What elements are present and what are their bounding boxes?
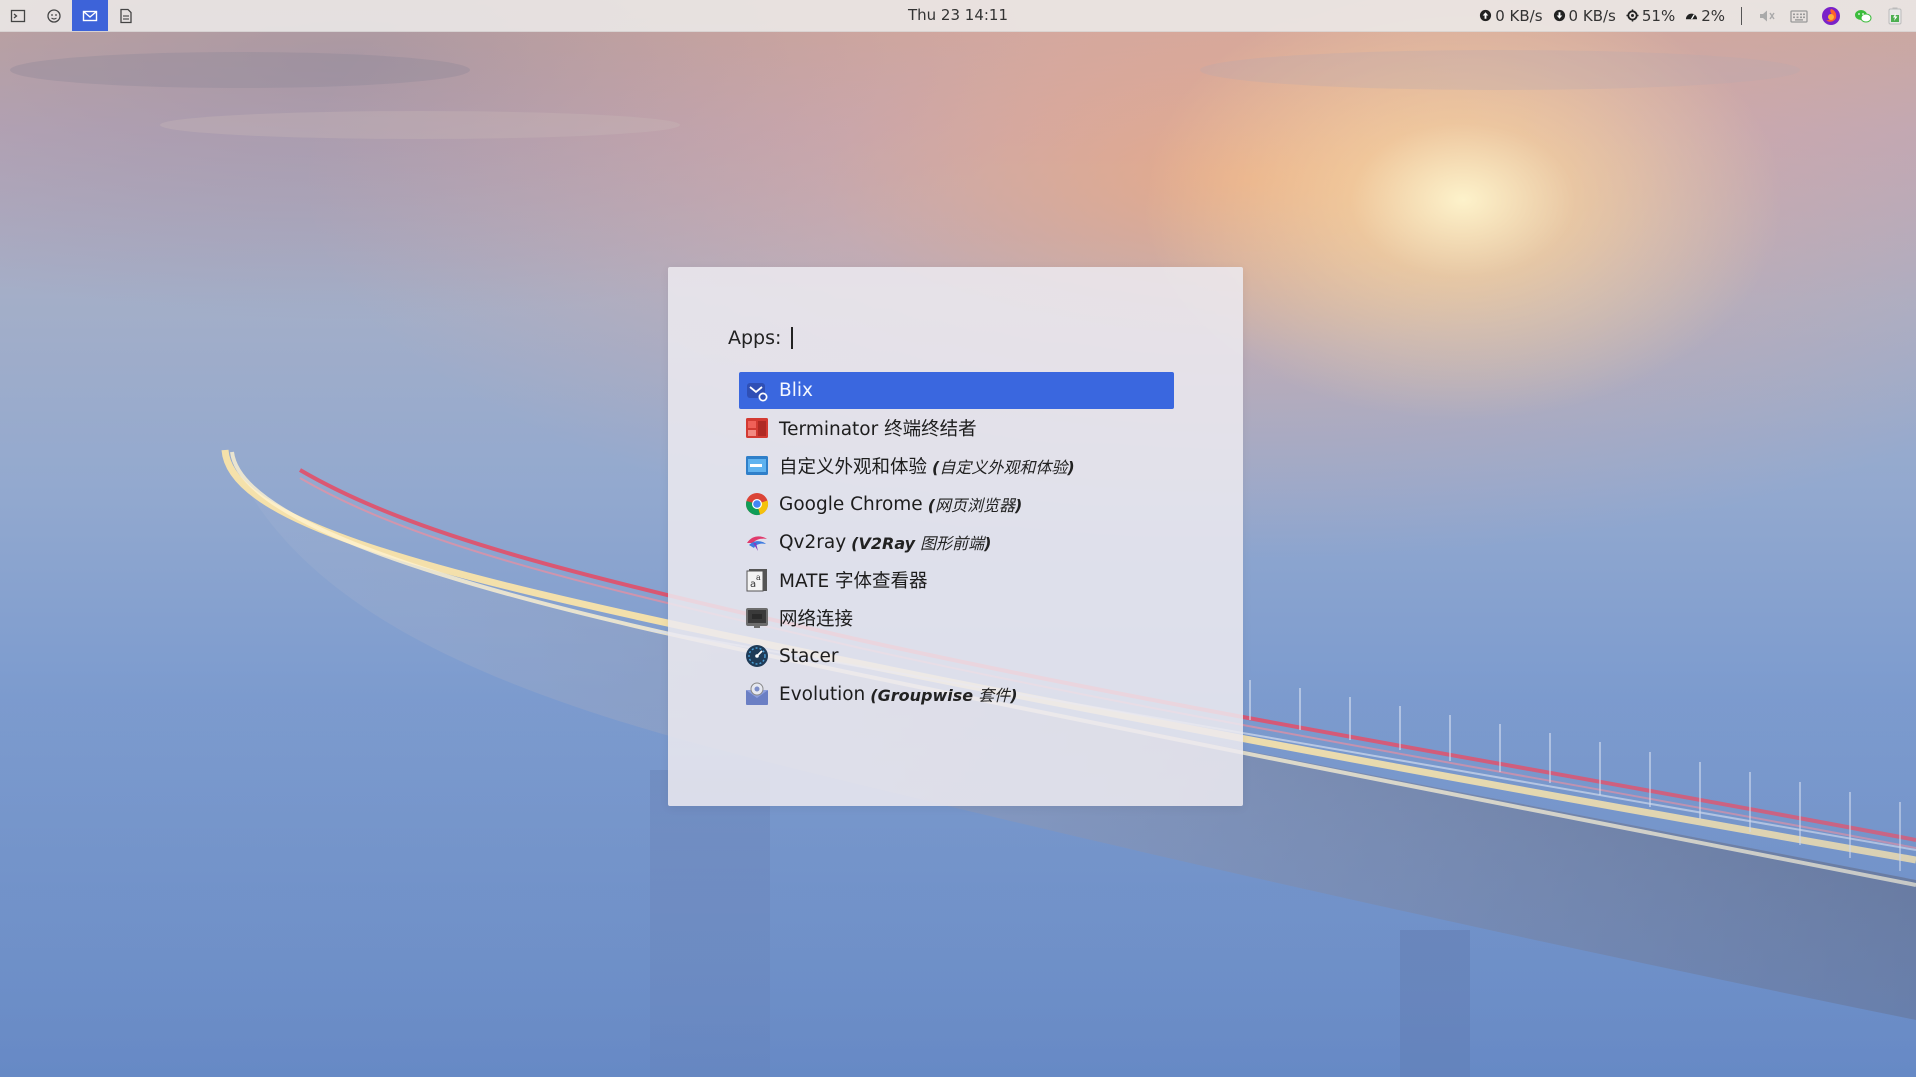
workspace-mail[interactable] bbox=[72, 0, 108, 31]
prompt-label: Apps: bbox=[728, 327, 782, 349]
memory-usage: 2% bbox=[1685, 7, 1725, 25]
result-item-network-connections[interactable]: 网络连接 bbox=[739, 599, 1174, 637]
panel-clock[interactable]: Thu 23 14:11 bbox=[908, 6, 1008, 24]
upload-speed-value: 0 KB/s bbox=[1495, 6, 1543, 25]
battery-tray[interactable] bbox=[1884, 5, 1906, 27]
network-icon bbox=[744, 605, 770, 631]
launcher-prompt[interactable]: Apps: bbox=[728, 327, 794, 349]
terminal-icon bbox=[10, 9, 26, 22]
result-item-label: 网络连接 bbox=[779, 609, 854, 630]
result-item-label: Terminator 终端终结者 bbox=[779, 419, 977, 440]
result-item-label: 自定义外观和体验 bbox=[779, 457, 928, 478]
result-item-terminator[interactable]: Terminator 终端终结者 bbox=[739, 409, 1174, 447]
firefox-tray[interactable] bbox=[1820, 5, 1842, 27]
svg-text:a: a bbox=[756, 573, 761, 582]
workspace-document[interactable] bbox=[108, 0, 144, 31]
tray-separator bbox=[1741, 6, 1742, 25]
upload-speed: 0 KB/s bbox=[1479, 6, 1543, 25]
download-speed-icon bbox=[1553, 9, 1565, 22]
document-icon bbox=[120, 8, 132, 23]
result-item-subtitle: (Groupwise 套件) bbox=[870, 686, 1018, 705]
appearance-icon bbox=[744, 453, 770, 479]
result-item-label: MATE 字体查看器 bbox=[779, 571, 928, 592]
cpu-usage-value: 51% bbox=[1641, 6, 1676, 25]
memory-usage-value: 2% bbox=[1701, 6, 1725, 25]
result-item-label: Google Chrome bbox=[779, 493, 923, 515]
memory-gauge-icon bbox=[1686, 13, 1698, 20]
text-caret bbox=[791, 327, 794, 349]
download-speed-value: 0 KB/s bbox=[1568, 6, 1616, 25]
app-launcher: Apps: Blix Terminator 终端终结者 自定义外观和体验 (自定… bbox=[668, 267, 1243, 806]
evolution-icon bbox=[744, 681, 770, 707]
upload-speed-icon bbox=[1480, 9, 1492, 22]
battery-icon bbox=[1888, 7, 1902, 24]
result-item-google-chrome[interactable]: Google Chrome (网页浏览器) bbox=[739, 485, 1174, 523]
wechat-tray[interactable] bbox=[1852, 5, 1874, 27]
wechat-icon bbox=[1855, 9, 1872, 22]
blix-icon bbox=[744, 378, 770, 404]
result-item-subtitle: (V2Ray 图形前端) bbox=[851, 534, 992, 553]
qv2ray-icon bbox=[744, 529, 770, 555]
download-speed: 0 KB/s bbox=[1553, 7, 1616, 25]
result-item-qv2ray[interactable]: Qv2ray (V2Ray 图形前端) bbox=[739, 523, 1174, 561]
firefox-icon bbox=[1822, 6, 1840, 25]
mail-icon bbox=[82, 10, 98, 21]
keyboard-icon bbox=[1790, 9, 1808, 23]
results-list: Blix Terminator 终端终结者 自定义外观和体验 (自定义外观和体验… bbox=[739, 372, 1174, 713]
cpu-icon bbox=[1626, 9, 1639, 22]
keyboard-tray[interactable] bbox=[1788, 5, 1810, 27]
result-item-label: Qv2ray bbox=[779, 531, 847, 553]
terminator-icon bbox=[744, 415, 770, 441]
cpu-usage: 51% bbox=[1626, 7, 1675, 25]
result-item-stacer[interactable]: Stacer bbox=[739, 637, 1174, 675]
top-panel: Thu 23 14:11 0 KB/s 0 KB/s 51% 2% bbox=[0, 0, 1916, 32]
result-item-label: Stacer bbox=[779, 645, 839, 667]
settings-face-icon bbox=[47, 8, 61, 23]
result-item-label: Evolution bbox=[779, 683, 866, 705]
chrome-icon bbox=[744, 491, 770, 517]
speaker-muted-icon bbox=[1760, 10, 1775, 21]
result-item-mate-font-viewer[interactable]: aa MATE 字体查看器 bbox=[739, 561, 1174, 599]
volume-tray[interactable] bbox=[1756, 5, 1778, 27]
result-item-label: Blix bbox=[779, 380, 813, 401]
result-item-subtitle: (网页浏览器) bbox=[927, 496, 1023, 515]
result-item-blix[interactable]: Blix bbox=[739, 372, 1174, 409]
font-viewer-icon: aa bbox=[744, 567, 770, 593]
stacer-icon bbox=[744, 643, 770, 669]
system-tray: 0 KB/s 0 KB/s 51% 2% bbox=[1479, 0, 1916, 31]
result-item-evolution[interactable]: Evolution (Groupwise 套件) bbox=[739, 675, 1174, 713]
result-item-appearance[interactable]: 自定义外观和体验 (自定义外观和体验) bbox=[739, 447, 1174, 485]
workspace-terminal[interactable] bbox=[0, 0, 36, 31]
result-item-subtitle: (自定义外观和体验) bbox=[932, 458, 1075, 477]
workspace-settings[interactable] bbox=[36, 0, 72, 31]
